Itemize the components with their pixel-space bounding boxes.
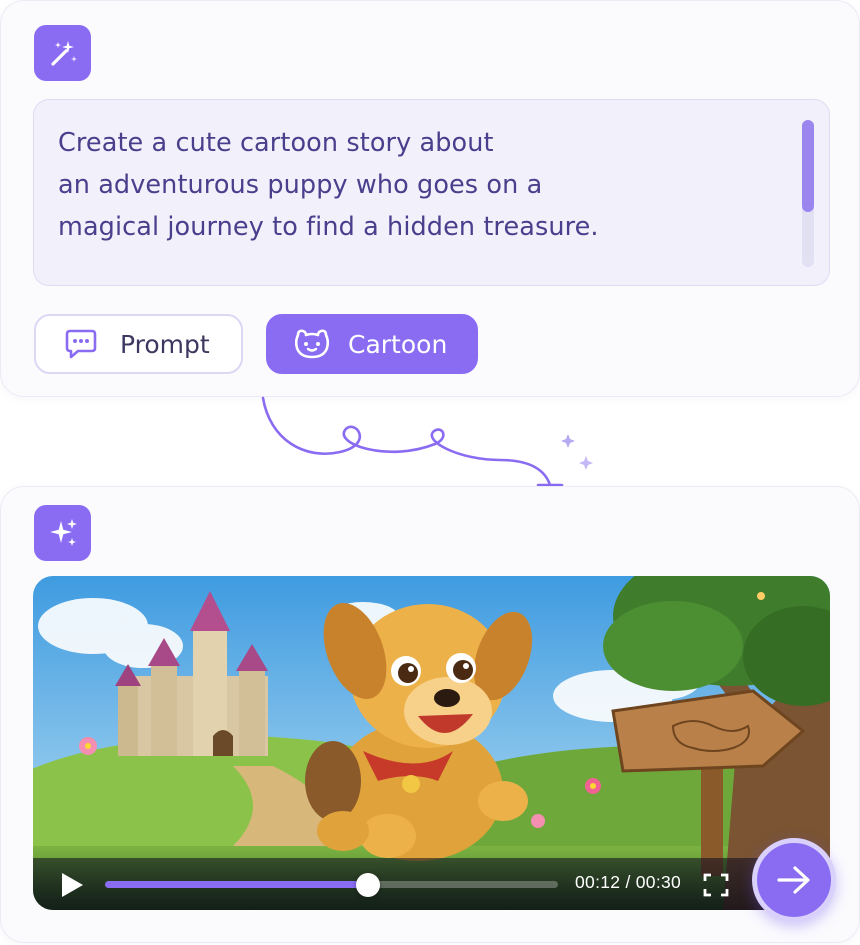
video-controls-bar: 00:12 / 00:30 bbox=[33, 858, 830, 910]
result-card: 00:12 / 00:30 bbox=[0, 486, 860, 943]
cartoon-face-icon bbox=[292, 327, 332, 361]
magic-wand-icon bbox=[50, 41, 77, 66]
prompt-card: Create a cute cartoon story about an adv… bbox=[0, 0, 860, 397]
fullscreen-button[interactable] bbox=[703, 873, 729, 901]
fullscreen-icon bbox=[703, 873, 729, 897]
video-progress-fill bbox=[105, 881, 368, 888]
prompt-text[interactable]: Create a cute cartoon story about an adv… bbox=[58, 122, 778, 248]
prompt-chip-button[interactable]: Prompt bbox=[34, 314, 243, 374]
sparkles-badge bbox=[34, 505, 91, 561]
video-time-display: 00:12 / 00:30 bbox=[575, 872, 682, 892]
cartoon-chip-label: Cartoon bbox=[348, 329, 448, 359]
video-player[interactable]: 00:12 / 00:30 bbox=[33, 576, 830, 910]
magic-wand-badge bbox=[34, 25, 91, 81]
chat-bubble-icon bbox=[64, 328, 98, 360]
prompt-scrollbar[interactable] bbox=[802, 120, 814, 267]
video-progress-knob[interactable] bbox=[355, 873, 380, 897]
next-button[interactable] bbox=[752, 838, 836, 922]
sparkle-small-icon bbox=[579, 456, 593, 470]
prompt-textarea[interactable]: Create a cute cartoon story about an adv… bbox=[33, 99, 830, 286]
cartoon-chip-button[interactable]: Cartoon bbox=[266, 314, 478, 374]
prompt-scrollbar-thumb[interactable] bbox=[802, 120, 814, 212]
play-icon bbox=[62, 873, 83, 897]
sparkle-small-icon bbox=[561, 434, 575, 448]
arrow-right-icon bbox=[777, 866, 810, 894]
video-progress-bar[interactable] bbox=[105, 873, 558, 897]
prompt-chip-label: Prompt bbox=[120, 329, 210, 359]
play-button[interactable] bbox=[59, 871, 85, 903]
sparkles-icon bbox=[49, 519, 77, 546]
